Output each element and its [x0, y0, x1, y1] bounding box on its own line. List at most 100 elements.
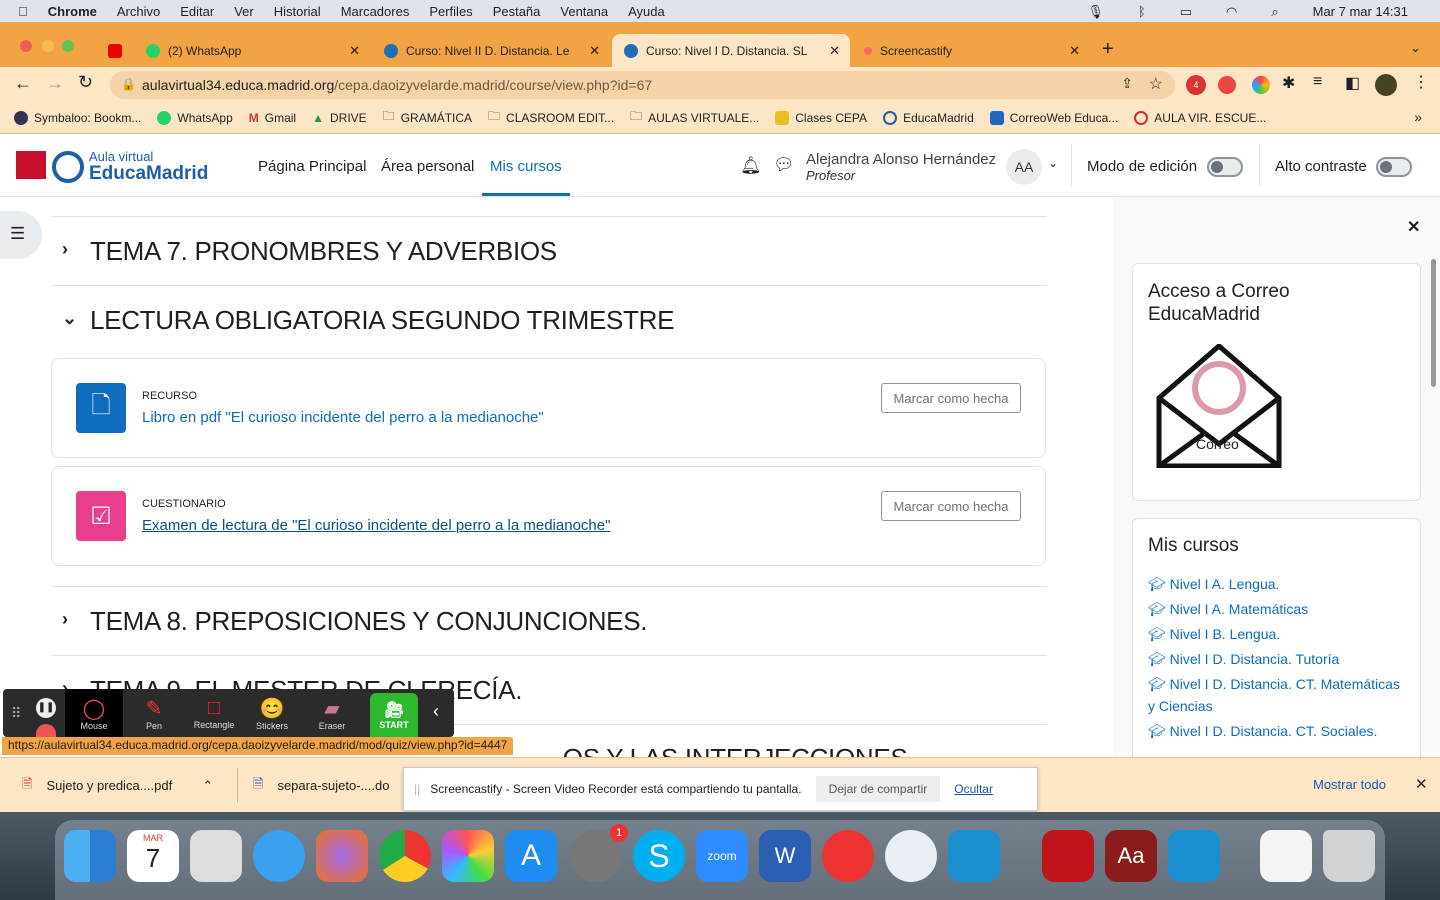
section-title[interactable]: TEMA 7. PRONOMBRES Y ADVERBIOS: [90, 236, 557, 267]
tab-screencastify[interactable]: Screencastify ✕: [852, 34, 1090, 67]
minimize-window-button[interactable]: [42, 40, 54, 52]
menu-item[interactable]: Ventana: [560, 4, 608, 19]
user-avatar[interactable]: AA: [1006, 149, 1042, 185]
menu-item[interactable]: Pestaña: [493, 4, 541, 19]
launchpad-icon[interactable]: [190, 830, 242, 882]
close-tab-icon[interactable]: ✕: [829, 43, 840, 59]
download-item-pdf[interactable]: 🗎 Sujeto y predica....pdf ⌃: [22, 758, 213, 813]
menu-item[interactable]: Ver: [234, 4, 254, 19]
tab-course-nivel-ii[interactable]: Curso: Nivel II D. Distancia. Le ✕: [372, 34, 610, 67]
extension-screencastify-icon[interactable]: [1218, 76, 1236, 94]
course-link[interactable]: 🎓︎ Nivel I B. Lengua.: [1148, 623, 1405, 645]
tab-search-chevron-icon[interactable]: ⌄: [1410, 40, 1421, 56]
bookmark-folder-clasroom[interactable]: 🗀 CLASROOM EDIT...: [488, 107, 614, 128]
word-icon[interactable]: W: [759, 830, 811, 882]
high-contrast-toggle[interactable]: [1376, 157, 1412, 177]
menu-item[interactable]: Editar: [180, 4, 214, 19]
chevron-right-icon[interactable]: ›: [62, 239, 68, 260]
drag-handle-icon[interactable]: ⠿: [11, 705, 21, 722]
collapse-chevron-icon[interactable]: ‹: [433, 701, 439, 722]
start-button[interactable]: 🎥︎ START: [370, 693, 418, 737]
clock[interactable]: Mar 7 mar 14:31: [1313, 4, 1408, 20]
show-all-downloads-link[interactable]: Mostrar todo: [1313, 777, 1386, 792]
section-title[interactable]: TEMA 8. PREPOSICIONES Y CONJUNCIONES.: [90, 606, 647, 637]
menu-item[interactable]: Ayuda: [628, 4, 665, 19]
maximize-window-button[interactable]: [62, 40, 74, 52]
bookmark-symbaloo[interactable]: Symbaloo: Bookm...: [14, 110, 141, 125]
edit-mode-toggle[interactable]: [1207, 157, 1243, 177]
bookmark-star-icon[interactable]: ☆: [1149, 74, 1163, 94]
drag-handle-icon[interactable]: ||: [414, 782, 420, 796]
menu-item[interactable]: Marcadores: [341, 4, 410, 19]
cloud-app-icon[interactable]: [948, 830, 1000, 882]
bookmark-aula-vir[interactable]: AULA VIR. ESCUE...: [1134, 110, 1266, 125]
stop-sharing-button[interactable]: Dejar de compartir: [815, 776, 941, 802]
menu-item[interactable]: Historial: [274, 4, 321, 19]
dictionary-icon[interactable]: Aa: [1105, 830, 1157, 882]
safari-icon[interactable]: [253, 830, 305, 882]
system-preferences-icon[interactable]: 1: [570, 824, 628, 882]
activity-link[interactable]: Examen de lectura de "El curioso inciden…: [142, 517, 610, 534]
course-link[interactable]: 🎓︎ Nivel I D. Distancia. Tutoría: [1148, 648, 1405, 670]
tool-eraser[interactable]: ▰ Eraser: [303, 689, 361, 737]
tool-mouse[interactable]: ◯ Mouse: [65, 689, 123, 737]
close-tab-icon[interactable]: ✕: [349, 43, 360, 59]
tool-stickers[interactable]: 😊 Stickers: [243, 689, 301, 737]
tool-rectangle[interactable]: □ Rectangle: [185, 689, 243, 737]
zoom-app-icon[interactable]: zoom: [696, 830, 748, 882]
nav-area-personal[interactable]: Área personal: [381, 158, 474, 175]
profile-avatar[interactable]: [1375, 74, 1397, 96]
close-drawer-icon[interactable]: ✕: [1407, 217, 1420, 237]
apple-icon[interactable]: : [18, 4, 28, 19]
side-panel-icon[interactable]: ◧: [1345, 73, 1360, 93]
back-button[interactable]: ←: [14, 73, 32, 94]
chevron-down-icon[interactable]: ⌄: [62, 308, 77, 329]
course-link[interactable]: 🎓︎ Nivel I A. Lengua.: [1148, 573, 1405, 595]
screencastify-app-icon[interactable]: [822, 830, 874, 882]
logo-subtitle[interactable]: Aula virtual: [89, 149, 153, 164]
chrome-window-preview-icon[interactable]: [1260, 830, 1312, 882]
battery-icon[interactable]: ▭: [1180, 4, 1192, 20]
messages-icon[interactable]: 💬︎: [773, 155, 795, 175]
calendar-icon[interactable]: MAR 7: [127, 830, 179, 882]
bookmark-clases-cepa[interactable]: Clases CEPA: [775, 110, 867, 125]
forward-button[interactable]: →: [46, 73, 64, 94]
bookmark-folder-aulas[interactable]: 🗀 AULAS VIRTUALE...: [630, 107, 759, 128]
menu-item[interactable]: Perfiles: [429, 4, 472, 19]
bookmark-gmail[interactable]: M Gmail: [249, 111, 296, 125]
stop-button[interactable]: [36, 724, 56, 737]
tab-course-nivel-i-active[interactable]: Curso: Nivel I D. Distancia. SL ✕: [612, 34, 850, 67]
tab-youtube[interactable]: [96, 34, 134, 67]
user-menu-chevron-icon[interactable]: ⌄: [1048, 156, 1058, 170]
cloud-app-icon-2[interactable]: [1168, 830, 1220, 882]
course-link[interactable]: 🎓︎ Nivel I D. Distancia. CT. Matemáticas…: [1148, 673, 1405, 717]
wifi-icon[interactable]: ◠: [1226, 4, 1237, 20]
extensions-puzzle-icon[interactable]: ✱: [1282, 73, 1295, 93]
menu-item[interactable]: Archivo: [117, 4, 160, 19]
extension-abp-icon[interactable]: 4: [1186, 75, 1206, 95]
skype-icon[interactable]: S: [633, 830, 685, 882]
search-icon[interactable]: ⌕: [1271, 4, 1278, 20]
hide-button[interactable]: Ocultar: [954, 782, 993, 796]
mark-done-button[interactable]: Marcar como hecha: [881, 383, 1021, 413]
bookmark-whatsapp[interactable]: WhatsApp: [157, 110, 233, 125]
tool-pen[interactable]: ✎ Pen: [125, 689, 183, 737]
logo-title[interactable]: EducaMadrid: [89, 163, 208, 185]
chevron-right-icon[interactable]: ›: [62, 609, 68, 630]
acrobat-icon[interactable]: [1042, 830, 1094, 882]
course-link[interactable]: 🎓︎ Nivel I A. Matemáticas: [1148, 598, 1405, 620]
tab-whatsapp[interactable]: (2) WhatsApp ✕: [134, 34, 370, 67]
share-icon[interactable]: ⇪: [1121, 75, 1133, 92]
menu-app[interactable]: Chrome: [48, 4, 97, 19]
pause-button[interactable]: ❚❚: [36, 698, 56, 718]
bookmarks-overflow-button[interactable]: »: [1414, 109, 1422, 125]
bookmark-folder-gramatica[interactable]: 🗀 GRAMÁTICA: [383, 107, 472, 128]
section-title[interactable]: LECTURA OBLIGATORIA SEGUNDO TRIMESTRE: [90, 305, 674, 336]
reload-button[interactable]: ↻: [78, 72, 93, 93]
download-options-chevron-icon[interactable]: ⌃: [202, 778, 213, 794]
close-downloads-icon[interactable]: ✕: [1415, 775, 1428, 793]
course-index-toggle[interactable]: ☰: [0, 211, 42, 259]
bookmark-educamadrid[interactable]: EducaMadrid: [883, 110, 974, 125]
bluetooth-icon[interactable]: ᛒ: [1138, 4, 1146, 20]
extension-icon[interactable]: [1252, 76, 1270, 94]
